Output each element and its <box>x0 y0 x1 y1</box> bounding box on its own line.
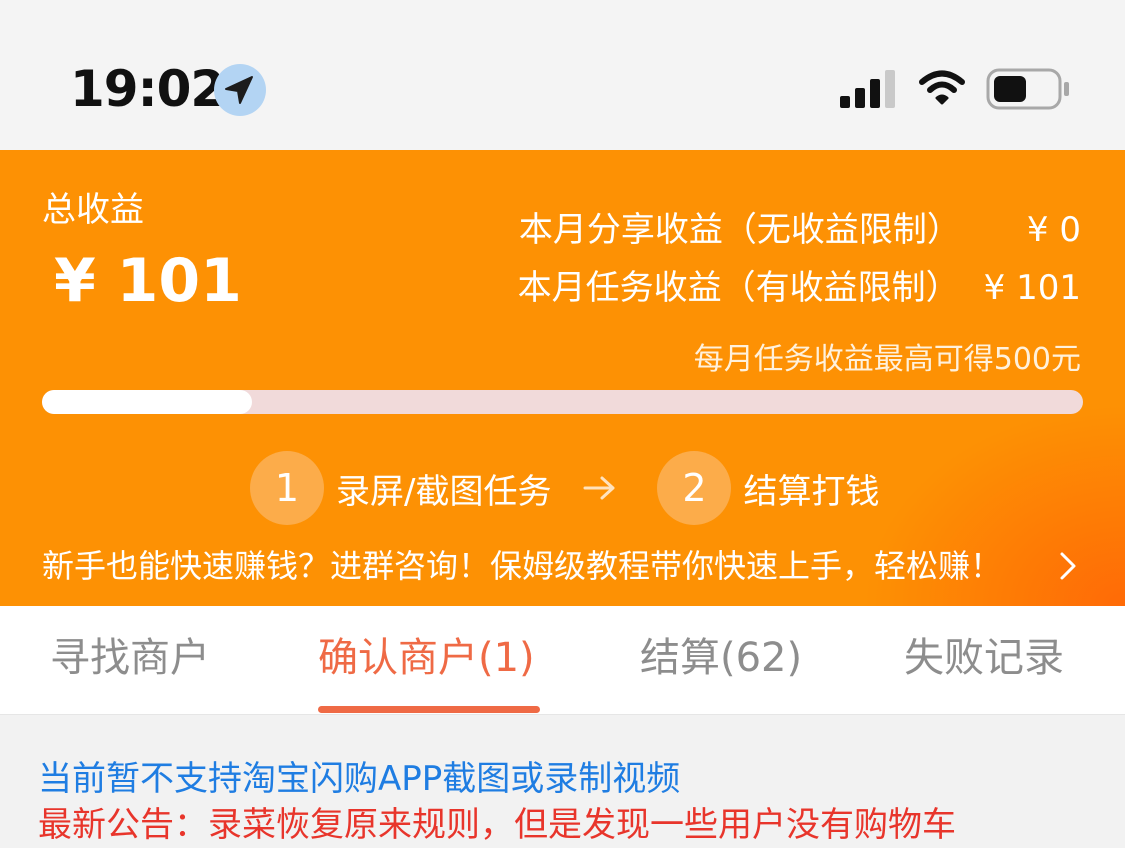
tab-confirm-merchant[interactable]: 确认商户(1) <box>318 630 535 686</box>
earnings-banner: 总收益 ¥ 101 本月分享收益（无收益限制） ¥ 0 本月任务收益（有收益限制… <box>0 150 1125 606</box>
monthly-max-note: 每月任务收益最高可得500元 <box>693 342 1081 377</box>
notice-unsupported: 当前暂不支持淘宝闪购APP截图或录制视频 <box>38 759 681 799</box>
step-1-number: 1 <box>250 451 324 525</box>
step-1-label: 录屏/截图任务 <box>336 471 552 512</box>
share-earnings-value: ¥ 0 <box>1026 210 1081 250</box>
merchant-tabs: 寻找商户 确认商户(1) 结算(62) 失败记录 <box>0 606 1125 715</box>
earnings-progress-bar <box>42 390 1083 414</box>
task-earnings-label: 本月任务收益（有收益限制） <box>517 268 960 308</box>
active-tab-indicator <box>318 706 540 713</box>
share-earnings-row: 本月分享收益（无收益限制） ¥ 0 <box>519 208 1081 252</box>
status-time: 19:02 <box>70 60 225 118</box>
total-earnings-value: ¥ 101 <box>54 246 242 316</box>
notice-announcement: 最新公告：录菜恢复原来规则，但是发现一些用户没有购物车 <box>38 805 956 845</box>
tab-settlement[interactable]: 结算(62) <box>640 630 802 686</box>
tab-failure-records[interactable]: 失败记录 <box>904 630 1064 686</box>
status-bar: 19:02 <box>0 0 1125 151</box>
earnings-progress-fill <box>42 390 253 414</box>
tab-find-merchant[interactable]: 寻找商户 <box>50 630 210 686</box>
cellular-signal-icon <box>840 70 895 108</box>
location-arrow-icon <box>214 64 266 116</box>
step-2-label: 结算打钱 <box>743 471 880 512</box>
task-earnings-row: 本月任务收益（有收益限制） ¥ 101 <box>518 266 1081 310</box>
notice-area: 当前暂不支持淘宝闪购APP截图或录制视频 最新公告：录菜恢复原来规则，但是发现一… <box>38 756 956 848</box>
step-2-number: 2 <box>657 451 732 525</box>
total-earnings-label: 总收益 <box>42 190 144 230</box>
arrow-right-icon <box>583 476 615 500</box>
wifi-icon <box>919 70 965 105</box>
chevron-right-icon[interactable] <box>1056 550 1080 582</box>
share-earnings-label: 本月分享收益（无收益限制） <box>518 210 961 250</box>
task-earnings-value: ¥ 101 <box>983 268 1081 308</box>
join-group-link[interactable]: 新手也能快速赚钱？进群咨询！保姆级教程带你快速上手，轻松赚！ <box>42 546 1002 586</box>
task-steps: 1 录屏/截图任务 2 结算打钱 <box>250 450 879 526</box>
battery-icon <box>986 68 1069 110</box>
